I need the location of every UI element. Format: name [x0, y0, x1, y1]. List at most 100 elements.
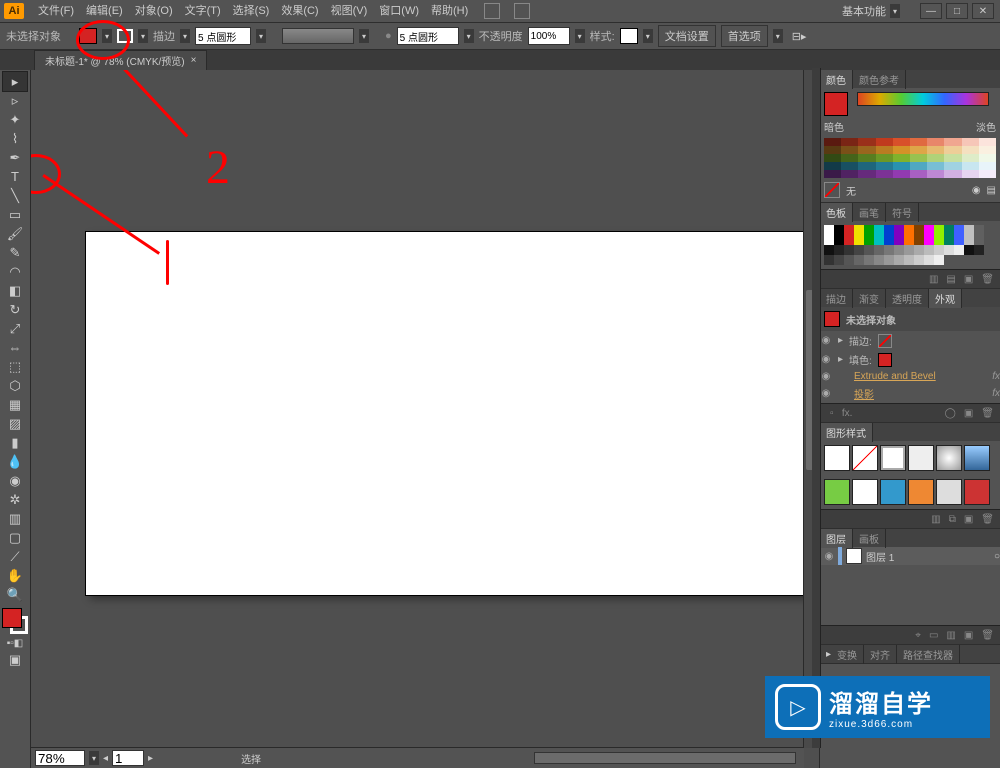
color-mode-row[interactable]: ▪▫◧: [3, 636, 27, 650]
style-thumb[interactable]: [880, 445, 906, 471]
page-next-icon[interactable]: ▸: [148, 753, 153, 764]
rectangle-tool[interactable]: ▭: [3, 205, 27, 224]
hand-tool[interactable]: ✋: [3, 566, 27, 585]
paintbrush-tool[interactable]: 🖌: [3, 224, 27, 243]
swatch-chip[interactable]: [894, 235, 904, 245]
preferences-button[interactable]: 首选项: [721, 25, 768, 47]
swatch-grid[interactable]: [824, 225, 984, 265]
maximize-button[interactable]: □: [946, 3, 968, 19]
swatch-chip[interactable]: [974, 225, 984, 235]
delete-icon[interactable]: 🗑: [981, 408, 994, 419]
swatch-lib-icon[interactable]: ▥: [929, 274, 938, 285]
slice-tool[interactable]: ⟋: [3, 547, 27, 566]
swatch-chip[interactable]: [924, 235, 934, 245]
rotate-tool[interactable]: ↻: [3, 300, 27, 319]
panel-menu-icon[interactable]: ▤: [987, 185, 996, 196]
style-thumb[interactable]: [824, 445, 850, 471]
lasso-tool[interactable]: ⌇: [3, 129, 27, 148]
break-link-icon[interactable]: ⧉: [949, 514, 956, 525]
swatch-chip[interactable]: [854, 225, 864, 235]
eyedropper-tool[interactable]: 💧: [3, 452, 27, 471]
tab-color[interactable]: 颜色: [820, 70, 853, 89]
line-tool[interactable]: ╲: [3, 186, 27, 205]
zoom-tool[interactable]: 🔍: [3, 585, 27, 604]
swatch-chip[interactable]: [894, 245, 904, 255]
fill-indicator[interactable]: [2, 608, 22, 628]
make-clip-icon[interactable]: ▭: [929, 630, 938, 641]
swatch-chip[interactable]: [884, 225, 894, 235]
stroke-weight-input[interactable]: [195, 27, 251, 45]
tab-gradient[interactable]: 渐变: [853, 289, 886, 308]
swatch-chip[interactable]: [834, 225, 844, 235]
layer-name[interactable]: 图层 1: [866, 549, 894, 564]
visibility-toggle[interactable]: ◉: [820, 371, 832, 382]
menu-effect[interactable]: 效果(C): [275, 0, 324, 22]
tab-brushes[interactable]: 画笔: [853, 203, 886, 222]
swatch-chip[interactable]: [894, 225, 904, 235]
swatch-chip[interactable]: [954, 245, 964, 255]
effect-drop-shadow[interactable]: 投影: [854, 386, 874, 401]
style-dropdown[interactable]: ▾: [643, 29, 653, 43]
swatch-chip[interactable]: [824, 245, 834, 255]
duplicate-icon[interactable]: ▣: [964, 408, 973, 419]
swatch-chip[interactable]: [974, 235, 984, 245]
brush-preset[interactable]: [282, 28, 354, 44]
swatch-chip[interactable]: [854, 235, 864, 245]
tab-artboards[interactable]: 画板: [853, 529, 886, 548]
stroke-dropdown-icon[interactable]: ▾: [138, 29, 148, 43]
swatch-chip[interactable]: [864, 235, 874, 245]
zoom-dropdown[interactable]: ▾: [89, 751, 99, 765]
align-icon[interactable]: ⊟▸: [792, 30, 807, 43]
swatch-chip[interactable]: [824, 235, 834, 245]
mesh-tool[interactable]: ▨: [3, 414, 27, 433]
layer-visibility-icon[interactable]: ◉: [820, 551, 838, 562]
magic-wand-tool[interactable]: ✦: [3, 110, 27, 129]
tab-pathfinder[interactable]: 路径查找器: [897, 645, 960, 664]
visibility-toggle[interactable]: ◉: [820, 354, 832, 365]
direct-selection-tool[interactable]: ▹: [3, 91, 27, 110]
tab-transparency[interactable]: 透明度: [886, 289, 929, 308]
swatch-options-icon[interactable]: ▤: [946, 274, 955, 285]
swatch-chip[interactable]: [914, 225, 924, 235]
graphic-styles-row[interactable]: [820, 441, 1000, 475]
gradient-tool[interactable]: ▮: [3, 433, 27, 452]
panel-collapse-strip[interactable]: [812, 68, 821, 748]
swatch-chip[interactable]: [844, 255, 854, 265]
none-icon[interactable]: [824, 182, 840, 198]
scale-tool[interactable]: ⤢: [3, 319, 27, 338]
swatch-chip[interactable]: [934, 255, 944, 265]
menu-type[interactable]: 文字(T): [179, 0, 227, 22]
swatch-chip[interactable]: [944, 225, 954, 235]
visibility-toggle[interactable]: ◉: [820, 335, 832, 346]
pencil-tool[interactable]: ✎: [3, 243, 27, 262]
delete-style-icon[interactable]: 🗑: [981, 514, 994, 525]
column-graph-tool[interactable]: ▥: [3, 509, 27, 528]
swatch-chip[interactable]: [834, 235, 844, 245]
tab-color-guide[interactable]: 颜色参考: [853, 70, 906, 89]
width-tool[interactable]: ⇔: [3, 338, 27, 357]
visibility-toggle[interactable]: ◉: [820, 388, 832, 399]
new-style-icon[interactable]: ▣: [964, 514, 973, 525]
swatch-chip[interactable]: [924, 255, 934, 265]
effect-extrude-bevel[interactable]: Extrude and Bevel: [854, 371, 936, 382]
stroke-weight-dropdown[interactable]: ▾: [256, 29, 266, 43]
opacity-dropdown[interactable]: ▾: [575, 29, 585, 43]
swatch-chip[interactable]: [974, 245, 984, 255]
fill-stroke-indicator[interactable]: [2, 608, 28, 636]
shape-builder-tool[interactable]: ⬡: [3, 376, 27, 395]
swatch-chip[interactable]: [844, 225, 854, 235]
color-ramp[interactable]: [857, 92, 989, 106]
zoom-input[interactable]: [35, 750, 85, 766]
swatch-chip[interactable]: [934, 225, 944, 235]
stroke-menu-icon[interactable]: ▾: [180, 29, 190, 43]
workspace-dropdown-icon[interactable]: ▾: [890, 4, 900, 18]
tab-stroke[interactable]: 描边: [820, 289, 853, 308]
swatch-chip[interactable]: [884, 245, 894, 255]
tab-layers[interactable]: 图层: [820, 529, 853, 548]
swatch-chip[interactable]: [844, 245, 854, 255]
swatch-chip[interactable]: [934, 235, 944, 245]
locate-icon[interactable]: ⌖: [915, 630, 921, 641]
swatch-chip[interactable]: [824, 225, 834, 235]
clear-appearance-icon[interactable]: ◯: [945, 408, 956, 419]
tab-transform[interactable]: 变换: [831, 645, 864, 664]
